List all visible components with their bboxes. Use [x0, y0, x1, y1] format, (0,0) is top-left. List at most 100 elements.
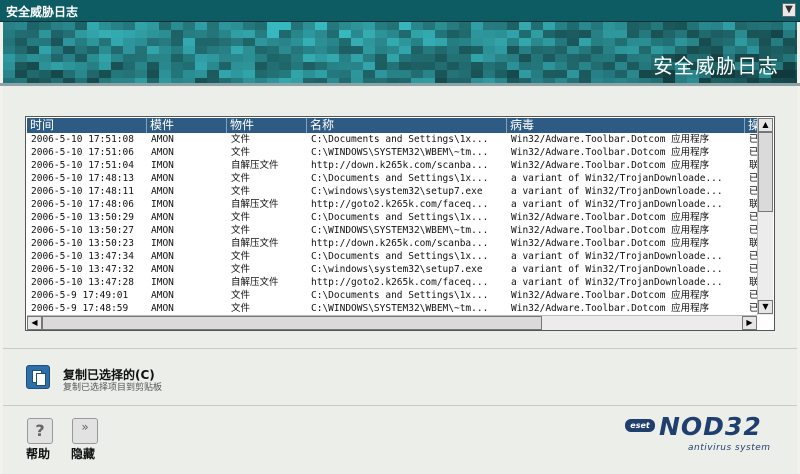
table-row[interactable]: 2006-5-9 17:49:01 AMON 文件 C:\Documents and … — [27, 289, 757, 302]
mosaic-tile — [159, 62, 171, 70]
copy-icon[interactable] — [26, 365, 50, 389]
cell-module: AMON — [151, 264, 174, 275]
column-header-object[interactable]: 物件 — [227, 118, 307, 133]
vertical-scrollbar[interactable]: ▲ ▼ — [757, 118, 773, 315]
mosaic-tile — [639, 22, 651, 30]
mosaic-tile — [303, 62, 315, 70]
mosaic-tile — [639, 30, 651, 38]
mosaic-tile — [15, 70, 27, 78]
mosaic-tile — [603, 70, 615, 78]
mosaic-tile — [159, 30, 171, 38]
mosaic-tile — [675, 30, 687, 38]
mosaic-tile — [483, 70, 495, 78]
table-row[interactable]: 2006-5-10 13:50:27 AMON 文件 C:\WINDOWS\SYSTE… — [27, 224, 757, 237]
cell-action: 已 — [749, 134, 757, 145]
horizontal-scroll-thumb[interactable] — [42, 316, 542, 330]
scroll-down-icon[interactable]: ▼ — [758, 300, 773, 314]
mosaic-tile — [375, 70, 387, 78]
help-button[interactable]: 帮助 — [26, 445, 50, 462]
mosaic-tile — [699, 38, 711, 46]
cell-threat: Win32/Adware.Toolbar.Dotcom 应用程序 — [511, 134, 710, 145]
mosaic-tile — [543, 38, 555, 46]
mosaic-tile — [483, 30, 495, 38]
mosaic-tile — [339, 30, 351, 38]
mosaic-tile — [195, 70, 207, 78]
mosaic-tile — [87, 30, 99, 38]
cell-name: C:\windows\system32\setup7.exe — [311, 186, 483, 197]
mosaic-tile — [75, 54, 87, 62]
mosaic-tile — [123, 62, 135, 70]
table-row[interactable]: 2006-5-10 13:47:32 AMON 文件 C:\windows\syste… — [27, 263, 757, 276]
mosaic-tile — [315, 70, 327, 78]
mosaic-tile — [339, 46, 351, 54]
table-row[interactable]: 2006-5-10 17:48:06 IMON 自解压文件 http://goto2.… — [27, 198, 757, 211]
mosaic-tile — [603, 30, 615, 38]
mosaic-tile — [111, 54, 123, 62]
table-row[interactable]: 2006-5-10 13:50:29 AMON 文件 C:\Documents and… — [27, 211, 757, 224]
mosaic-tile — [99, 22, 111, 30]
mosaic-tile — [459, 30, 471, 38]
mosaic-tile — [267, 22, 279, 30]
mosaic-tile — [207, 22, 219, 30]
table-row[interactable]: 2006-5-10 17:48:13 AMON 文件 C:\Documents and… — [27, 172, 757, 185]
mosaic-tile — [423, 46, 435, 54]
mosaic-tile — [147, 62, 159, 70]
window-title: 安全威胁日志 — [6, 5, 79, 19]
mosaic-tile — [123, 70, 135, 78]
mosaic-tile — [63, 54, 75, 62]
cell-action: 联 — [749, 238, 757, 249]
cell-name: http://goto2.k265k.com/faceq... — [311, 277, 489, 288]
cell-action: 已 — [749, 264, 757, 275]
scroll-left-icon[interactable]: ◀ — [27, 316, 42, 330]
mosaic-tile — [15, 62, 27, 70]
help-icon[interactable]: ? — [27, 418, 53, 444]
mosaic-tile — [51, 30, 63, 38]
mosaic-tile — [663, 22, 675, 30]
mosaic-tile — [147, 46, 159, 54]
mosaic-tile — [303, 22, 315, 30]
cell-object: 文件 — [231, 173, 251, 184]
mosaic-tile — [651, 22, 663, 30]
table-row[interactable]: 2006-5-10 17:51:08 AMON 文件 C:\Documents and… — [27, 133, 757, 146]
vertical-scroll-thumb[interactable] — [758, 132, 773, 212]
table-row[interactable]: 2006-5-9 17:48:59 AMON 文件 C:\WINDOWS\SYSTEM… — [27, 302, 757, 315]
cell-time: 2006-5-10 13:47:28 — [31, 277, 134, 288]
mosaic-tile — [207, 62, 219, 70]
mosaic-tile — [219, 30, 231, 38]
mosaic-tile — [3, 70, 15, 78]
mosaic-tile — [507, 70, 519, 78]
hide-chevron-icon[interactable]: » — [72, 418, 98, 444]
threat-log-table[interactable]: 时间 模件 物件 名称 病毒 操 2006-5-10 17:51:08 AMON 文… — [25, 116, 775, 331]
column-header-name[interactable]: 名称 — [307, 118, 507, 133]
hide-button[interactable]: 隐藏 — [71, 445, 95, 462]
table-row[interactable]: 2006-5-10 13:47:34 AMON 文件 C:\Documents and… — [27, 250, 757, 263]
table-row[interactable]: 2006-5-10 17:51:06 AMON 文件 C:\WINDOWS\SYSTE… — [27, 146, 757, 159]
scroll-up-icon[interactable]: ▲ — [758, 118, 773, 132]
column-header-threat[interactable]: 病毒 — [507, 118, 745, 133]
column-header-action[interactable]: 操 — [745, 118, 757, 133]
mosaic-tile — [543, 70, 555, 78]
mosaic-tile — [627, 46, 639, 54]
column-header-module[interactable]: 模件 — [147, 118, 227, 133]
table-row[interactable]: 2006-5-10 17:48:11 AMON 文件 C:\windows\syste… — [27, 185, 757, 198]
horizontal-scrollbar[interactable]: ◀ ▶ — [27, 315, 757, 330]
mosaic-tile — [603, 46, 615, 54]
table-row[interactable]: 2006-5-10 17:51:04 IMON 自解压文件 http://down.k… — [27, 159, 757, 172]
mosaic-tile — [795, 70, 797, 78]
mosaic-tile — [543, 30, 555, 38]
cell-time: 2006-5-10 13:50:27 — [31, 225, 134, 236]
column-header-time[interactable]: 时间 — [27, 118, 147, 133]
mosaic-tile — [111, 46, 123, 54]
mosaic-tile — [363, 30, 375, 38]
collapse-chevron-icon[interactable]: ▼ — [782, 3, 796, 17]
mosaic-tile — [543, 22, 555, 30]
mosaic-tile — [75, 46, 87, 54]
mosaic-tile — [555, 70, 567, 78]
mosaic-tile — [399, 54, 411, 62]
mosaic-tile — [507, 30, 519, 38]
mosaic-tile — [111, 22, 123, 30]
cell-action: 已 — [749, 303, 757, 314]
table-row[interactable]: 2006-5-10 13:47:28 IMON 自解压文件 http://goto2.… — [27, 276, 757, 289]
scroll-right-icon[interactable]: ▶ — [742, 316, 757, 330]
table-row[interactable]: 2006-5-10 13:50:23 IMON 自解压文件 http://down.k… — [27, 237, 757, 250]
